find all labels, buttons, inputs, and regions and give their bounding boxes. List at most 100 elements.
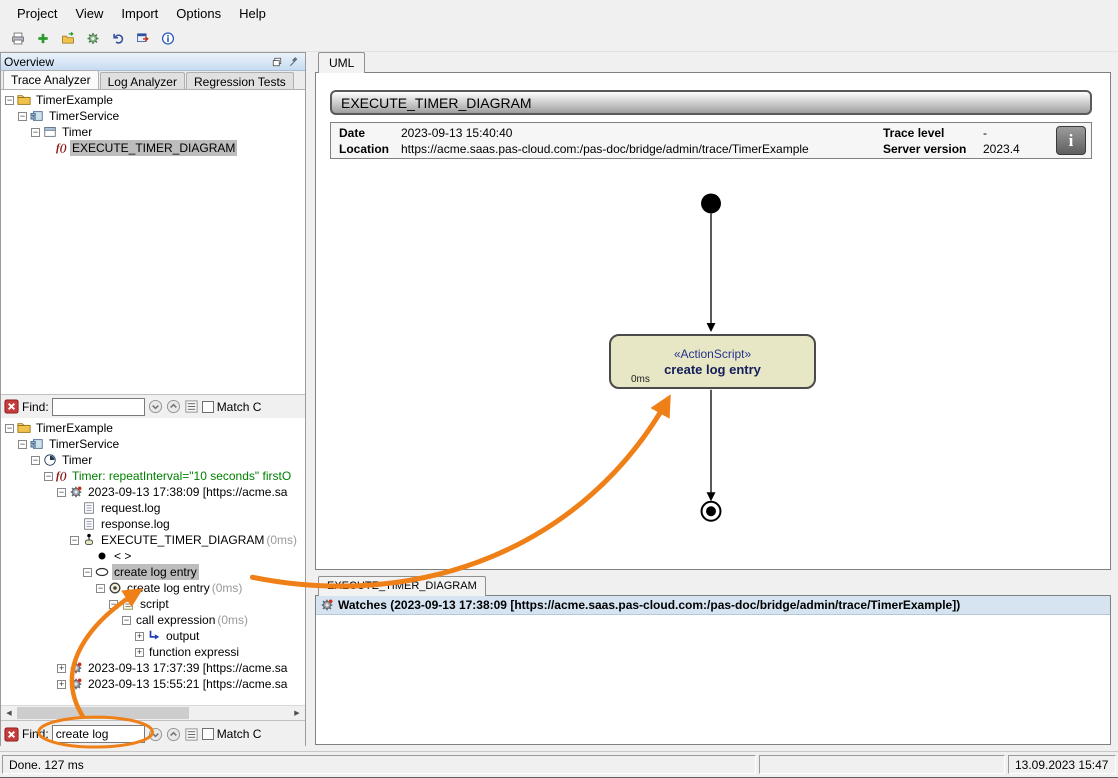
status-message: Done. 127 ms (2, 755, 756, 774)
collapse-icon[interactable]: − (5, 96, 14, 105)
tab-uml[interactable]: UML (318, 52, 365, 73)
expand-icon[interactable]: + (57, 680, 66, 689)
collapse-icon[interactable]: − (109, 600, 118, 609)
close-find-button[interactable] (4, 399, 19, 414)
collapse-icon[interactable]: − (31, 128, 40, 137)
info-button[interactable] (158, 28, 180, 50)
menu-item-help[interactable]: Help (230, 2, 275, 25)
add-button[interactable] (33, 28, 55, 50)
collapse-icon[interactable]: − (122, 616, 131, 625)
tree-item-execute-timer-diagram[interactable]: f()EXECUTE_TIMER_DIAGRAM (1, 140, 305, 156)
status-spacer (759, 755, 1005, 774)
tree-item-label: EXECUTE_TIMER_DIAGRAM (70, 140, 237, 156)
tree-item-label: Timer (60, 452, 94, 468)
tab-execute-timer-diagram[interactable]: EXECUTE_TIMER_DIAGRAM (318, 576, 486, 596)
action-node[interactable]: «ActionScript» create log entry 0ms (609, 334, 816, 389)
collapse-icon[interactable]: − (18, 112, 27, 121)
find-input-top[interactable] (52, 398, 145, 416)
tree-item-script[interactable]: −script (1, 596, 305, 612)
open-folder-icon (61, 30, 75, 47)
window-icon (43, 125, 57, 139)
chevron-up-icon (166, 727, 181, 742)
float-panel-button[interactable] (268, 54, 285, 69)
collapse-icon[interactable]: − (57, 488, 66, 497)
scrollbar-track[interactable] (17, 706, 289, 720)
collapse-icon[interactable]: − (96, 584, 105, 593)
tree-item-timer-repeatinterval-10-seconds-firsto[interactable]: −f()Timer: repeatInterval="10 seconds" f… (1, 468, 305, 484)
collapse-icon[interactable]: − (5, 424, 14, 433)
expand-icon[interactable]: + (135, 632, 144, 641)
tree-item-timer[interactable]: −Timer (1, 124, 305, 140)
settings-button[interactable] (83, 28, 105, 50)
print-button[interactable] (8, 28, 30, 50)
info-icon (161, 30, 175, 47)
tree-item-[interactable]: < > (1, 548, 305, 564)
collapse-icon[interactable]: − (18, 440, 27, 449)
menu-item-view[interactable]: View (66, 2, 112, 25)
pin-panel-button[interactable] (285, 54, 302, 69)
export-button[interactable] (133, 28, 155, 50)
highlight-all-button[interactable] (184, 727, 199, 742)
exec-icon (108, 581, 122, 595)
collapse-icon[interactable]: − (44, 472, 53, 481)
print-icon (11, 30, 25, 47)
tree-item-label: EXECUTE_TIMER_DIAGRAM (99, 532, 266, 548)
tree-item-2023-09-13-15-55-21-https-acme-sa[interactable]: +2023-09-13 15:55:21 [https://acme.sa (1, 676, 305, 692)
collapse-icon[interactable]: − (31, 456, 40, 465)
export-icon (136, 30, 150, 47)
menu-item-project[interactable]: Project (8, 2, 66, 25)
tree-item-response-log[interactable]: response.log (1, 516, 305, 532)
expand-icon[interactable]: + (135, 648, 144, 657)
tab-regression-tests[interactable]: Regression Tests (186, 72, 294, 89)
function-icon: f() (56, 468, 67, 484)
tree-item-timer[interactable]: − Timer (1, 452, 305, 468)
watches-panel: Watches (2023-09-13 17:38:09 [https://ac… (315, 595, 1111, 745)
settings-icon (86, 30, 100, 47)
scroll-left-icon[interactable]: ◀ (1, 706, 17, 720)
initial-node[interactable] (701, 194, 721, 214)
find-label: Find: (22, 400, 49, 414)
tree-item-timerservice[interactable]: −TimerService (1, 108, 305, 124)
menu-item-import[interactable]: Import (112, 2, 167, 25)
undo-button[interactable] (108, 28, 130, 50)
tree-item-create-log-entry[interactable]: −create log entry (0ms) (1, 580, 305, 596)
close-find-button[interactable] (4, 727, 19, 742)
tree-item-timerexample[interactable]: −TimerExample (1, 92, 305, 108)
tree-item-label: 2023-09-13 15:55:21 [https://acme.sa (86, 676, 289, 692)
match-case-checkbox[interactable] (202, 401, 214, 413)
tree-item-call-expression[interactable]: −call expression (0ms) (1, 612, 305, 628)
open-folder-button[interactable] (58, 28, 80, 50)
collapse-icon[interactable]: − (70, 536, 79, 545)
find-prev-button[interactable] (166, 727, 181, 742)
collapse-icon[interactable]: − (83, 568, 92, 577)
overview-header: Overview (1, 53, 305, 71)
expand-icon[interactable]: + (57, 664, 66, 673)
find-next-button[interactable] (148, 727, 163, 742)
log-icon (82, 517, 96, 531)
find-input-bottom[interactable] (52, 725, 145, 743)
find-next-button[interactable] (148, 399, 163, 414)
scrollbar-thumb[interactable] (17, 707, 189, 719)
tree-item-function-expressi[interactable]: +function expressi (1, 644, 305, 660)
find-prev-button[interactable] (166, 399, 181, 414)
tree-item-execute-timer-diagram[interactable]: −EXECUTE_TIMER_DIAGRAM (0ms) (1, 532, 305, 548)
trace-icon (69, 661, 83, 675)
tree-item-create-log-entry[interactable]: −create log entry (1, 564, 305, 580)
node-stereotype: «ActionScript» (674, 347, 751, 361)
arrowhead (707, 323, 716, 332)
add-icon (36, 30, 50, 47)
tree-item-label: 2023-09-13 17:37:39 [https://acme.sa (86, 660, 289, 676)
scroll-right-icon[interactable]: ▶ (289, 706, 305, 720)
tree-item-2023-09-13-17-38-09-https-acme-sa[interactable]: −2023-09-13 17:38:09 [https://acme.sa (1, 484, 305, 500)
tree-item-timerexample[interactable]: −TimerExample (1, 420, 305, 436)
tree-item-output[interactable]: +output (1, 628, 305, 644)
highlight-all-button[interactable] (184, 399, 199, 414)
tab-trace-analyzer[interactable]: Trace Analyzer (3, 70, 99, 89)
tab-log-analyzer[interactable]: Log Analyzer (100, 72, 185, 89)
match-case-checkbox[interactable] (202, 728, 214, 740)
tree-item-2023-09-13-17-37-39-https-acme-sa[interactable]: +2023-09-13 17:37:39 [https://acme.sa (1, 660, 305, 676)
tree-item-request-log[interactable]: request.log (1, 500, 305, 516)
tree-item-timerservice[interactable]: −TimerService (1, 436, 305, 452)
watches-title: Watches (2023-09-13 17:38:09 [https://ac… (338, 598, 960, 612)
menu-item-options[interactable]: Options (167, 2, 230, 25)
